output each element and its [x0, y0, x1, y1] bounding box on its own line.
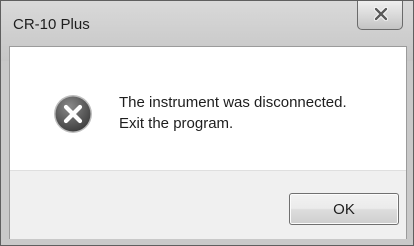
dialog-footer: OK — [10, 170, 406, 239]
message-dialog-window: CR-10 Plus The instrument was disconnect… — [0, 0, 414, 246]
error-x-icon — [54, 95, 92, 133]
dialog-content: The instrument was disconnected. Exit th… — [10, 47, 406, 170]
dialog-message: The instrument was disconnected. Exit th… — [119, 92, 347, 134]
ok-button[interactable]: OK — [289, 193, 399, 225]
close-icon — [373, 6, 389, 22]
message-line-2: Exit the program. — [119, 115, 234, 132]
message-line-1: The instrument was disconnected. — [119, 94, 347, 111]
close-button[interactable] — [357, 1, 403, 30]
window-title: CR-10 Plus — [13, 16, 90, 33]
dialog-client-area: The instrument was disconnected. Exit th… — [9, 46, 407, 239]
